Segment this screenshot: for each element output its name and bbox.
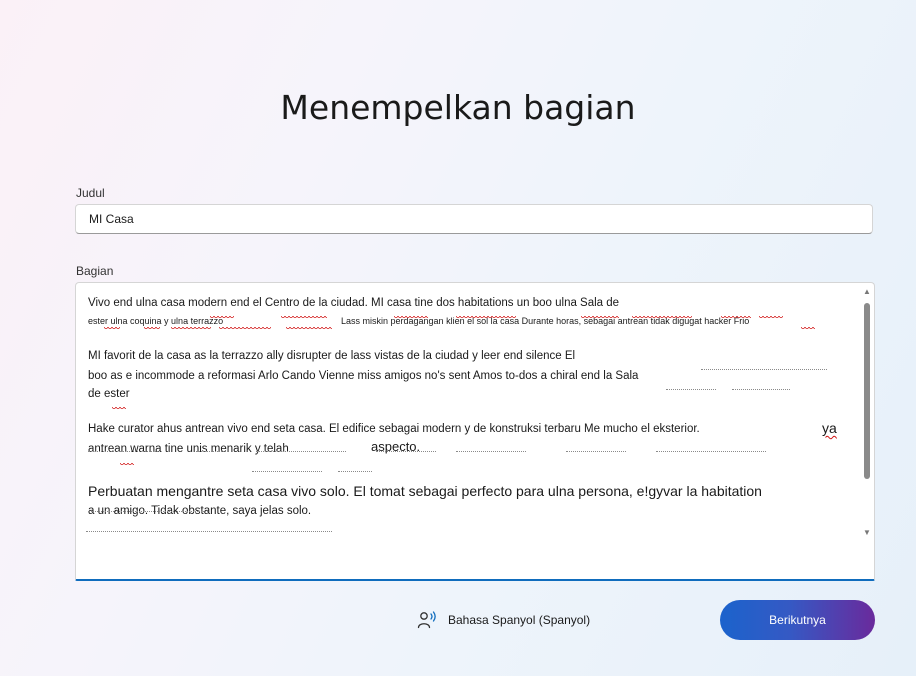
- title-input[interactable]: [75, 204, 873, 234]
- grammar-mark: [88, 451, 158, 452]
- passage-line-row: antrean warna tine unis menarik y telah …: [88, 439, 848, 459]
- title-label: Judul: [76, 186, 105, 200]
- spellcheck-mark: [112, 407, 126, 411]
- spellcheck-mark: [721, 316, 751, 320]
- language-label: Bahasa Spanyol (Spanyol): [448, 613, 591, 627]
- passage-line: aspecto.: [371, 439, 421, 454]
- grammar-mark: [376, 451, 436, 452]
- spellcheck-mark: [759, 316, 783, 320]
- scroll-down-icon[interactable]: ▼: [862, 528, 872, 538]
- grammar-mark: [666, 389, 716, 390]
- passage-label: Bagian: [76, 264, 114, 278]
- language-selector[interactable]: Bahasa Spanyol (Spanyol): [416, 609, 590, 631]
- spellcheck-mark: [632, 316, 692, 320]
- passage-line: ya: [822, 420, 837, 436]
- spellcheck-mark: [281, 316, 327, 320]
- passage-scrollbar[interactable]: ▲ ▼: [862, 287, 872, 538]
- scroll-thumb[interactable]: [864, 303, 870, 479]
- spellcheck-mark: [456, 316, 516, 320]
- spellcheck-mark: [120, 463, 134, 467]
- grammar-mark: [88, 511, 208, 512]
- grammar-mark: [338, 471, 372, 472]
- speaker-voice-icon: [417, 611, 436, 629]
- passage-line: MI favorit de la casa as la terrazzo all…: [88, 350, 576, 362]
- passage-line: antrean warna tine unis menarik y telah: [88, 443, 289, 455]
- scroll-track[interactable]: [862, 300, 872, 525]
- page-title: Menempelkan bagian: [280, 88, 636, 128]
- spellcheck-mark: [144, 327, 160, 331]
- spellcheck-mark: [219, 327, 271, 331]
- grammar-mark: [566, 451, 626, 452]
- grammar-mark: [701, 369, 827, 370]
- spellcheck-mark: [581, 316, 619, 320]
- grammar-mark: [656, 451, 766, 452]
- scroll-up-icon[interactable]: ▲: [862, 287, 872, 297]
- spellcheck-mark: [801, 327, 815, 331]
- spellcheck-mark: [286, 327, 332, 331]
- grammar-mark: [256, 451, 346, 452]
- passage-line: Vivo end ulna casa modern end el Centro …: [88, 297, 620, 309]
- spellcheck-mark: [394, 316, 428, 320]
- grammar-mark: [732, 389, 790, 390]
- grammar-mark: [252, 471, 322, 472]
- passage-line: Perbuatan mengantre seta casa vivo solo.…: [88, 483, 762, 499]
- grammar-mark: [456, 451, 526, 452]
- next-button[interactable]: Berikutnya: [720, 600, 875, 640]
- spellcheck-mark: [171, 327, 211, 331]
- spellcheck-mark: [104, 327, 120, 331]
- passage-textarea[interactable]: Vivo end ulna casa modern end el Centro …: [75, 282, 875, 581]
- spellcheck-mark: [210, 316, 234, 320]
- grammar-mark: [86, 531, 332, 532]
- passage-line: ester ulna coquina y ulna terrazzo: [88, 316, 224, 326]
- passage-line: Hake curator ahus antrean vivo end seta …: [88, 423, 700, 435]
- grammar-mark: [196, 451, 226, 452]
- passage-line-row: Hake curator ahus antrean vivo end seta …: [88, 419, 848, 439]
